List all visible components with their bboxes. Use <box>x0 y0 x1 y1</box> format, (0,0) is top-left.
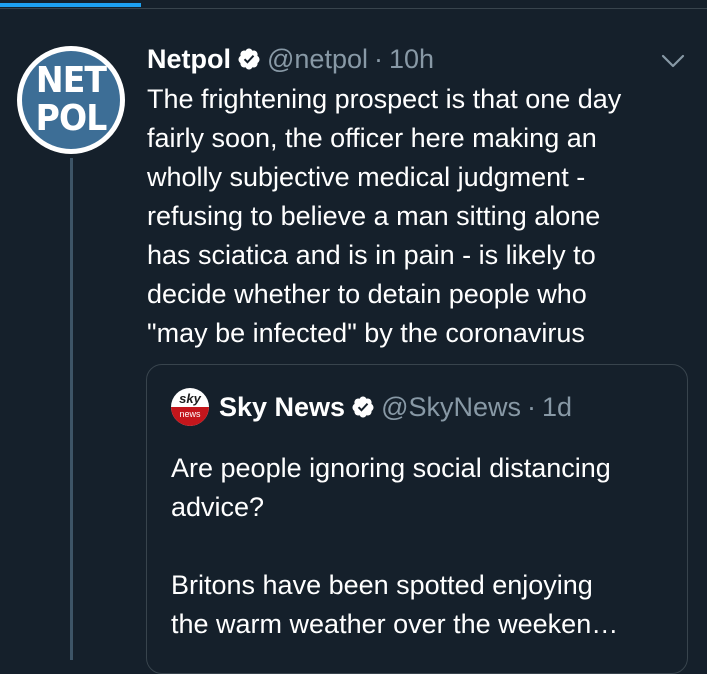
netpol-avatar[interactable]: NET POL <box>17 46 125 154</box>
quoted-author-name[interactable]: Sky News <box>219 392 345 423</box>
tweet-text: The frightening prospect is that one day… <box>147 84 622 348</box>
avatar-text-line1: NET <box>35 60 107 101</box>
sky-logo-word1: sky <box>179 391 201 406</box>
avatar-text-line2: POL <box>35 98 108 139</box>
tweet-header: Netpol @netpol · 10h <box>147 40 434 78</box>
thread-connector-line <box>70 158 73 660</box>
quoted-tweet-header: sky news Sky News @SkyNews · 1d <box>171 387 572 427</box>
top-tab-bar <box>0 0 707 9</box>
header-separator: · <box>373 43 383 74</box>
verified-badge-icon <box>352 396 374 418</box>
tweet-timestamp[interactable]: 10h <box>389 44 434 75</box>
author-name[interactable]: Netpol <box>147 44 231 75</box>
sky-news-avatar[interactable]: sky news <box>171 388 209 426</box>
quoted-author-handle[interactable]: @SkyNews <box>381 392 521 423</box>
chevron-down-icon[interactable] <box>660 52 686 70</box>
quoted-header-separator: · <box>527 391 537 422</box>
quoted-tweet-text: Are people ignoring social distancing ad… <box>171 453 619 639</box>
sky-logo-word2: news <box>179 409 201 419</box>
author-handle[interactable]: @netpol <box>267 44 368 75</box>
quoted-tweet-card[interactable]: sky news Sky News @SkyNews · 1d Are peop… <box>146 364 688 674</box>
verified-badge-icon <box>238 48 260 70</box>
active-tab-indicator <box>0 3 142 7</box>
quoted-tweet-timestamp[interactable]: 1d <box>542 392 572 423</box>
